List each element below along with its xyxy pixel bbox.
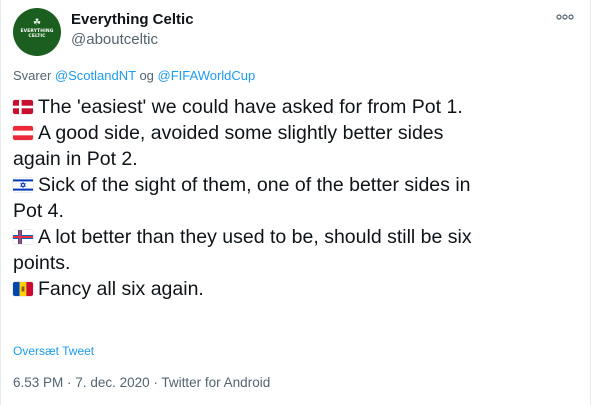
austria-flag-icon	[13, 126, 33, 140]
reply-joiner: og	[139, 68, 154, 83]
author-handle[interactable]: @aboutceltic	[71, 30, 194, 50]
tweet-line: Fancy all six again.	[13, 276, 579, 302]
more-horizontal-icon[interactable]	[554, 10, 576, 24]
faroe-islands-flag-icon	[13, 230, 33, 244]
tweet-line-text: Pot 4.	[13, 200, 64, 222]
tweet-line: A lot better than they used to be, shoul…	[13, 224, 579, 250]
tweet-line-text: again in Pot 2.	[13, 148, 138, 170]
tweet-line: Pot 4.	[13, 198, 579, 224]
tweet-line-text: The 'easiest' we could have asked for fr…	[38, 96, 463, 118]
tweet-line-text: Sick of the sight of them, one of the be…	[38, 174, 471, 196]
moldova-flag-icon	[13, 282, 33, 296]
mention-fifaworldcup[interactable]: @FIFAWorldCup	[158, 68, 256, 83]
tweet-line-text: points.	[13, 252, 71, 274]
author-display-name[interactable]: Everything Celtic	[71, 10, 194, 30]
tweet-date[interactable]: 7. dec. 2020	[75, 375, 149, 390]
meta-separator: ·	[67, 375, 72, 390]
tweet-line: points.	[13, 250, 579, 276]
author-names: Everything Celtic @aboutceltic	[71, 10, 194, 50]
mention-scotlandnt[interactable]: @ScotlandNT	[55, 68, 136, 83]
shamrock-icon: ☘	[32, 18, 42, 28]
avatar[interactable]: ☘ EVERYTHING CELTIC	[13, 8, 61, 56]
tweet-header: ☘ EVERYTHING CELTIC Everything Celtic @a…	[13, 6, 578, 62]
translate-tweet-link[interactable]: Oversæt Tweet	[13, 343, 94, 359]
avatar-logo-text: EVERYTHING CELTIC	[20, 29, 54, 39]
reply-context: Svarer @ScotlandNT og @FIFAWorldCup	[13, 68, 255, 84]
tweet-line: The 'easiest' we could have asked for fr…	[13, 94, 579, 120]
meta-separator: ·	[153, 375, 158, 390]
tweet-text: The 'easiest' we could have asked for fr…	[13, 94, 579, 302]
israel-flag-icon	[13, 178, 33, 192]
tweet-line: again in Pot 2.	[13, 146, 579, 172]
tweet-line: Sick of the sight of them, one of the be…	[13, 172, 579, 198]
tweet-line-text: A lot better than they used to be, shoul…	[38, 226, 472, 248]
tweet-card: ☘ EVERYTHING CELTIC Everything Celtic @a…	[0, 0, 591, 405]
tweet-source[interactable]: Twitter for Android	[161, 375, 270, 390]
reply-prefix: Svarer	[13, 68, 52, 83]
tweet-meta: 6.53 PM · 7. dec. 2020 · Twitter for And…	[13, 374, 270, 392]
denmark-flag-icon	[13, 100, 33, 114]
tweet-line-text: Fancy all six again.	[38, 278, 204, 300]
tweet-line: A good side, avoided some slightly bette…	[13, 120, 579, 146]
tweet-time[interactable]: 6.53 PM	[13, 375, 63, 390]
tweet-line-text: A good side, avoided some slightly bette…	[38, 122, 444, 144]
